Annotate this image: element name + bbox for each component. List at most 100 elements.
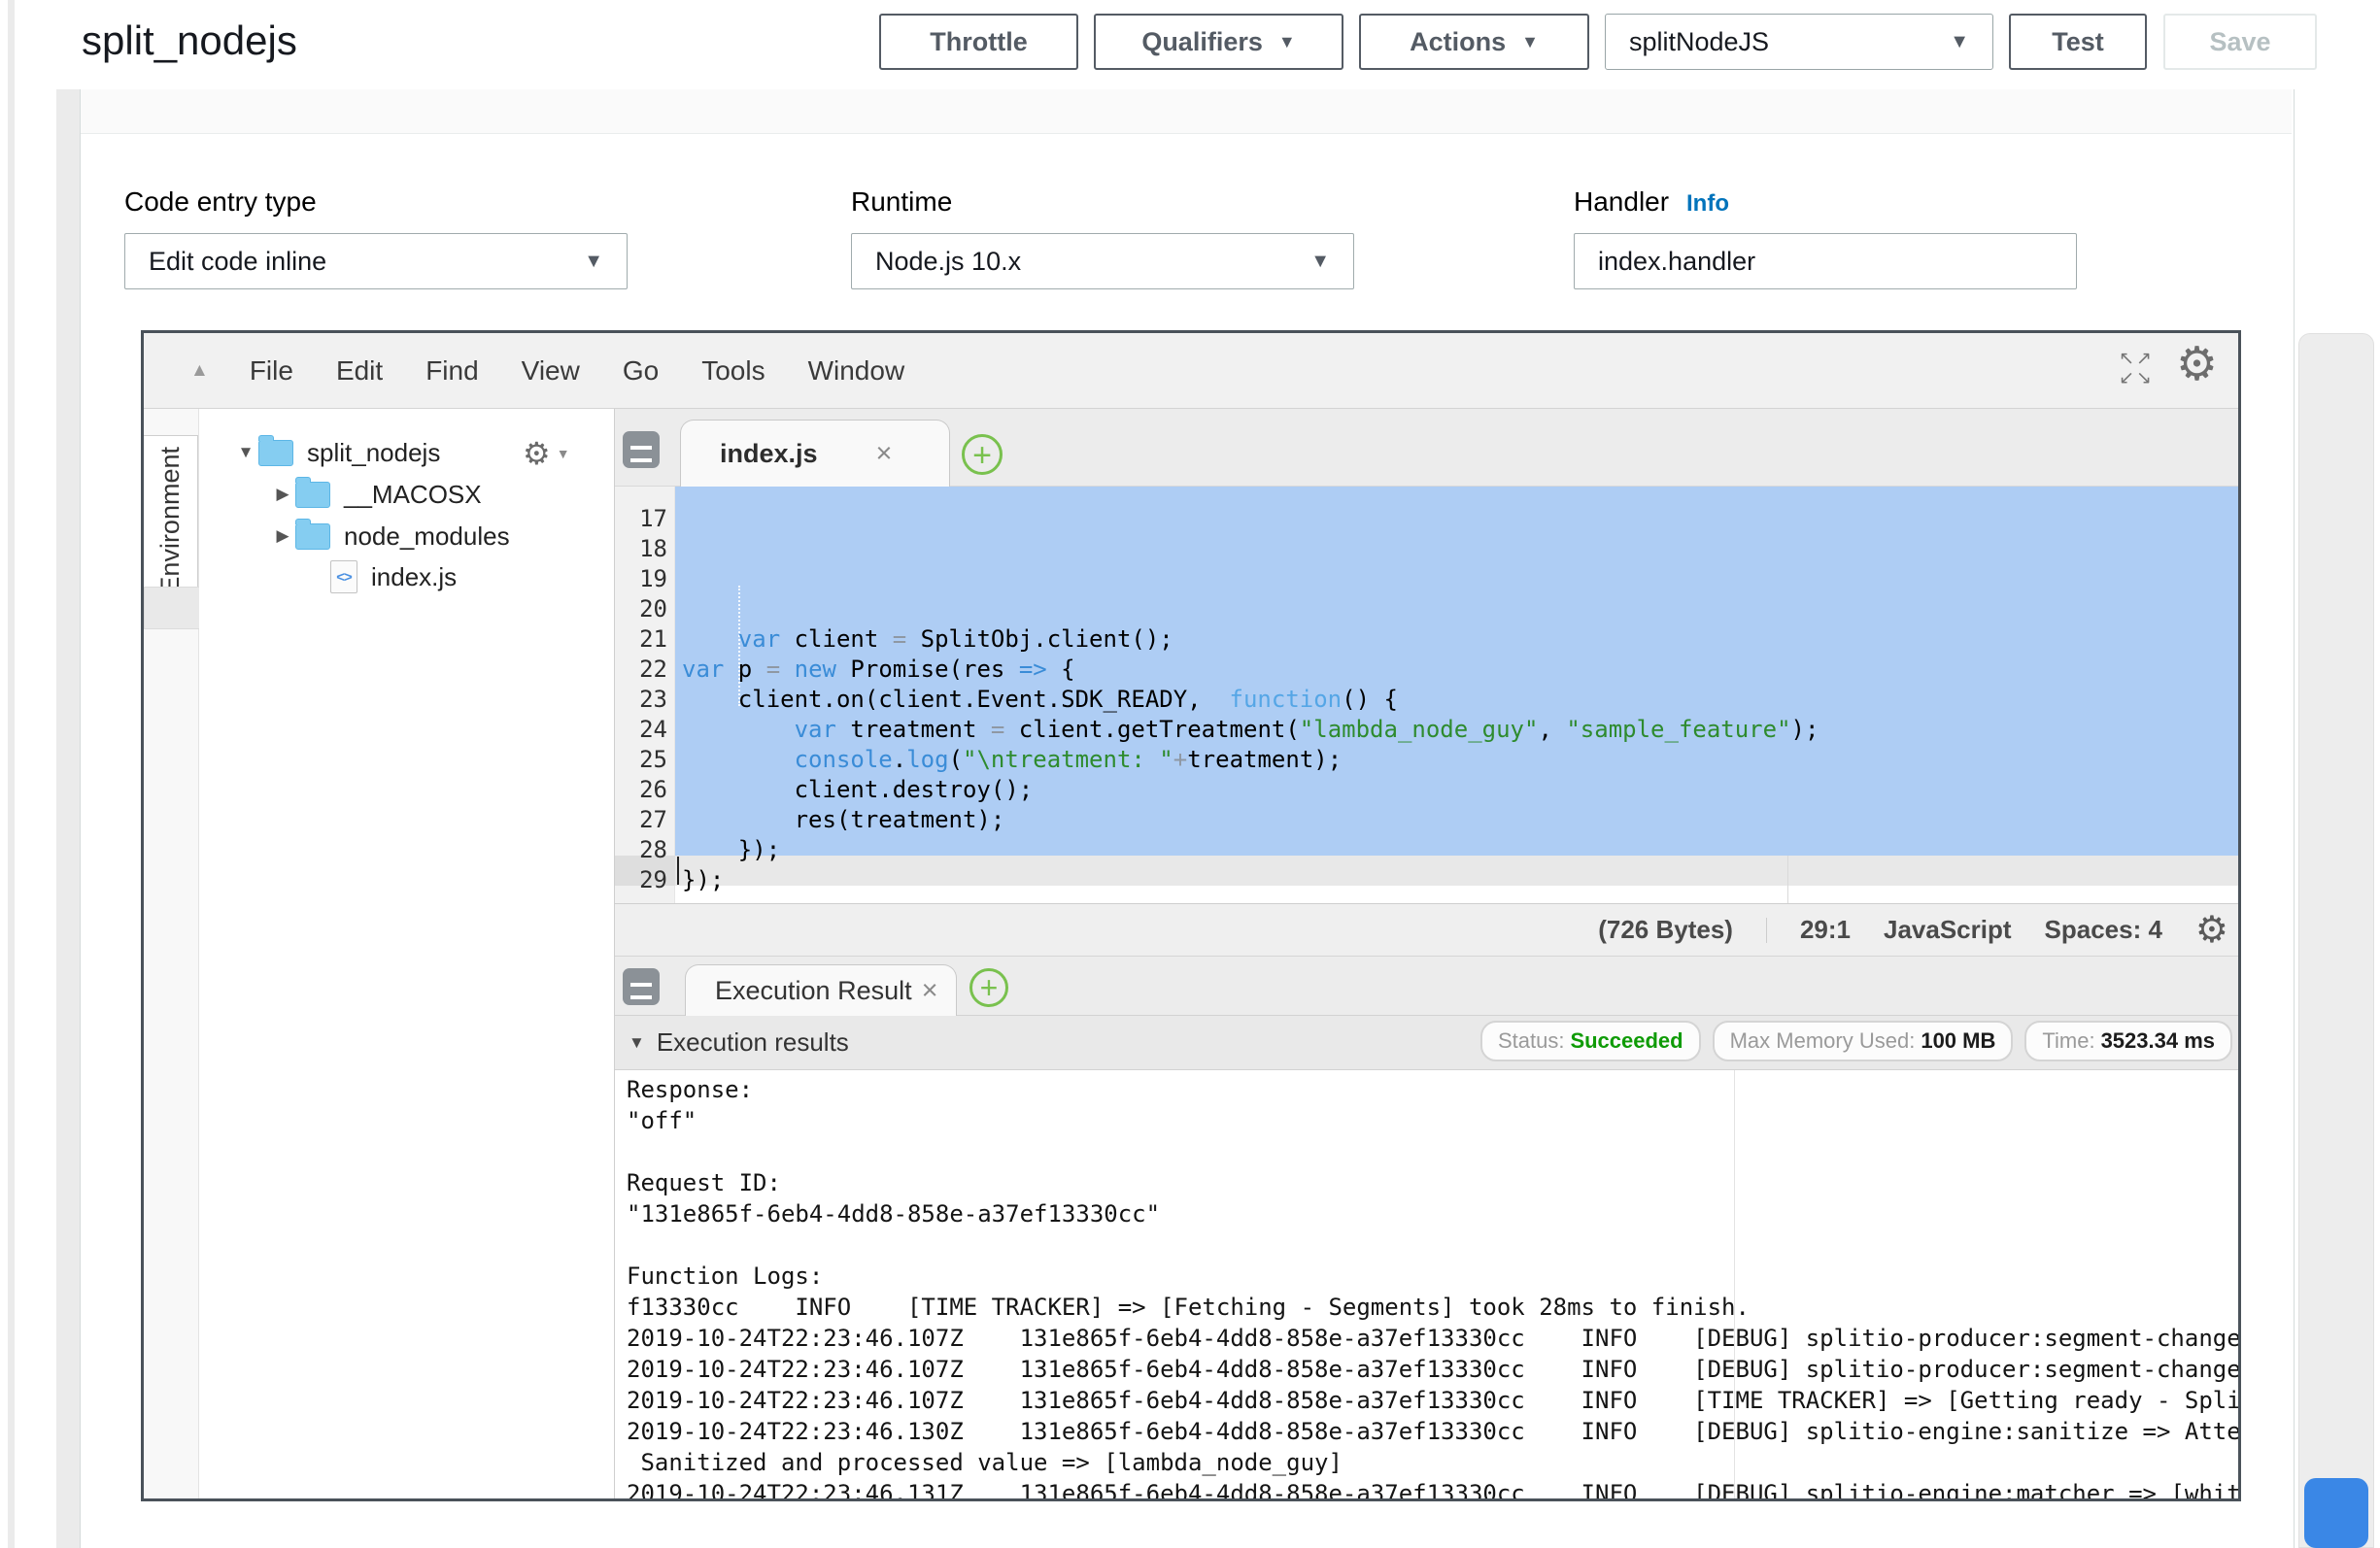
close-icon[interactable]: × (922, 975, 938, 1007)
handler-input[interactable]: index.handler (1574, 233, 2077, 289)
tree-item-macosx[interactable]: ▶ __MACOSX (270, 475, 482, 514)
page-scrollbar-thumb[interactable] (2304, 1478, 2368, 1548)
throttle-button[interactable]: Throttle (879, 14, 1078, 70)
menu-window[interactable]: Window (808, 355, 905, 387)
tree-expand-icon[interactable]: ▼ (233, 443, 258, 462)
runtime-select[interactable]: Node.js 10.x ▼ (851, 233, 1354, 289)
environment-tab[interactable]: Environment (144, 435, 198, 605)
statusbar-divider (1766, 918, 1767, 943)
menu-edit[interactable]: Edit (336, 355, 383, 387)
menu-go[interactable]: Go (623, 355, 659, 387)
code-line-26[interactable] (682, 895, 1819, 903)
line-number: 19 (615, 564, 667, 594)
tab-execution-result[interactable]: Execution Result × (685, 964, 957, 1016)
text-cursor (677, 857, 679, 885)
page-left-edge (8, 0, 15, 1548)
test-button[interactable]: Test (2009, 14, 2147, 70)
tree-collapsed-icon[interactable]: ▶ (270, 485, 295, 504)
handler-info-link[interactable]: Info (1686, 190, 1729, 218)
menu-tools[interactable]: Tools (701, 355, 765, 387)
editor-statusbar: (726 Bytes) 29:1 JavaScript Spaces: 4 ⚙ (615, 903, 2238, 957)
line-number: 17 (615, 504, 667, 534)
language-mode[interactable]: JavaScript (1884, 915, 2012, 945)
code-editor-viewport[interactable]: 17181920212223242526272829 }); var clien… (615, 487, 2238, 903)
chevron-down-icon: ▼ (1950, 31, 1969, 53)
log-line: 2019-10-24T22:23:46.107Z 131e865f-6eb4-4… (627, 1354, 2238, 1385)
handler-label: Handler (1574, 186, 1669, 218)
qualifiers-button-label: Qualifiers (1141, 27, 1263, 57)
line-number: 29 (615, 865, 667, 895)
code-line-17[interactable]: var client = SplitObj.client(); (682, 624, 1819, 655)
test-event-select[interactable]: splitNodeJS ▼ (1605, 14, 1993, 70)
editor-settings-gear-icon[interactable]: ⚙ (2176, 342, 2218, 388)
section-collapse-icon[interactable]: ▼ (629, 1033, 645, 1053)
code-line-23[interactable]: res(treatment); (682, 805, 1819, 835)
execution-results-header: ▼ Execution results Status:SucceededMax … (615, 1016, 2238, 1070)
file-size: (726 Bytes) (1598, 915, 1733, 945)
menu-find[interactable]: Find (425, 355, 478, 387)
cursor-position[interactable]: 29:1 (1800, 915, 1851, 945)
tree-collapsed-icon[interactable]: ▶ (270, 526, 295, 546)
log-line: Request ID: (627, 1167, 2238, 1198)
save-button[interactable]: Save (2163, 14, 2317, 70)
execution-results-output: Response:"off" Request ID:"131e865f-6eb4… (615, 1070, 2238, 1498)
environment-tab-label: Environment (155, 447, 186, 594)
close-icon[interactable]: × (876, 438, 893, 470)
tree-item-index-js[interactable]: <> index.js (330, 557, 457, 596)
tree-settings-gear-icon[interactable]: ⚙▼ (523, 435, 570, 472)
badge-status: Status:Succeeded (1480, 1021, 1701, 1061)
badge-value: Succeeded (1570, 1028, 1683, 1054)
code-lines: }); var client = SplitObj.client();var p… (682, 495, 1819, 903)
log-line (627, 1229, 2238, 1261)
tab-list-icon[interactable] (623, 431, 660, 468)
tree-item-split-nodejs[interactable]: ▼ split_nodejs (233, 433, 440, 472)
lambda-console-page: split_nodejs Throttle Qualifiers ▼ Actio… (0, 0, 2380, 1548)
collapse-menu-icon[interactable]: ▲ (190, 360, 209, 382)
statusbar-gear-icon[interactable]: ⚙ (2195, 912, 2228, 949)
code-line-19[interactable]: client.on(client.Event.SDK_READY, functi… (682, 685, 1819, 715)
clipped-section-title: Function code (176, 89, 415, 97)
code-line-20[interactable]: var treatment = client.getTreatment("lam… (682, 715, 1819, 745)
chevron-down-icon: ▼ (1278, 33, 1296, 50)
badge-label: Time: (2042, 1028, 2094, 1054)
clipped-section-header: Function code Info (81, 89, 2292, 134)
log-line (627, 1136, 2238, 1167)
log-line: 2019-10-24T22:23:46.130Z 131e865f-6eb4-4… (627, 1416, 2238, 1447)
menu-view[interactable]: View (522, 355, 580, 387)
code-line-18[interactable]: var p = new Promise(res => { (682, 655, 1819, 685)
badge-label: Status: (1498, 1028, 1564, 1054)
code-line-21[interactable]: console.log("\ntreatment: "+treatment); (682, 745, 1819, 775)
log-line: "131e865f-6eb4-4dd8-858e-a37ef13330cc" (627, 1198, 2238, 1229)
tab-list-icon[interactable] (623, 968, 660, 1005)
page-background-strip (56, 89, 80, 1548)
tab-index-js[interactable]: index.js × (680, 420, 950, 488)
badge-value: 3523.34 ms (2101, 1028, 2215, 1054)
menu-items: File Edit Find View Go Tools Window (250, 355, 904, 387)
actions-button[interactable]: Actions ▼ (1359, 14, 1589, 70)
new-tab-icon[interactable]: + (962, 434, 1003, 475)
spaces-setting[interactable]: Spaces: 4 (2045, 915, 2162, 945)
fullscreen-icon[interactable]: ↖↗↙↘ (2114, 350, 2159, 392)
code-entry-type-select[interactable]: Edit code inline ▼ (124, 233, 628, 289)
code-line-22[interactable]: client.destroy(); (682, 775, 1819, 805)
code-line-25[interactable]: }); (682, 865, 1819, 895)
page-scrollbar-track[interactable] (2298, 333, 2374, 1548)
log-line: "off" (627, 1105, 2238, 1136)
line-number: 20 (615, 594, 667, 624)
actions-button-label: Actions (1410, 27, 1506, 57)
line-number: 27 (615, 805, 667, 835)
line-number: 26 (615, 775, 667, 805)
log-line: Function Logs: (627, 1261, 2238, 1292)
tree-item-node-modules[interactable]: ▶ node_modules (270, 517, 510, 555)
line-number: 24 (615, 715, 667, 745)
code-line-24[interactable]: }); (682, 835, 1819, 865)
chevron-down-icon: ▼ (584, 251, 603, 273)
menu-file[interactable]: File (250, 355, 293, 387)
line-numbers: 17181920212223242526272829 (615, 495, 667, 895)
line-number: 23 (615, 685, 667, 715)
new-tab-icon[interactable]: + (969, 968, 1008, 1007)
qualifiers-button[interactable]: Qualifiers ▼ (1094, 14, 1343, 70)
log-line: 2019-10-24T22:23:46.131Z 131e865f-6eb4-4… (627, 1478, 2238, 1498)
line-number: 21 (615, 624, 667, 655)
clipped-code-line: }); (682, 555, 1819, 564)
